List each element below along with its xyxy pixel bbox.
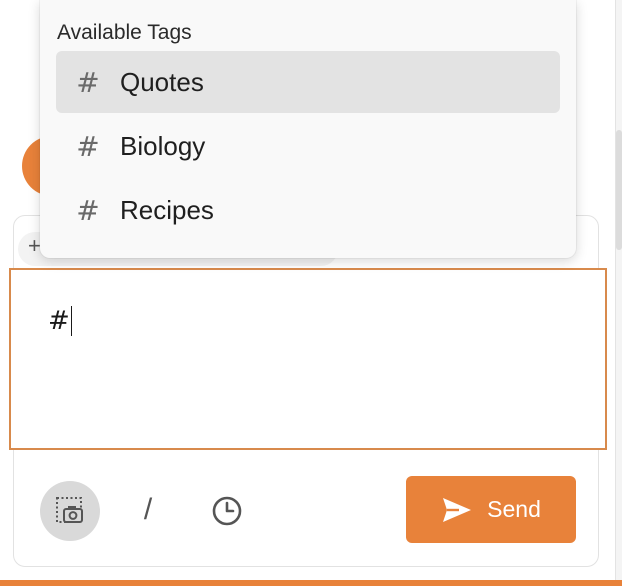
scrollbar-thumb[interactable] xyxy=(616,130,622,250)
tag-option-quotes[interactable]: # Quotes xyxy=(56,51,560,113)
hash-icon: # xyxy=(76,65,100,99)
add-chip-icon[interactable]: + xyxy=(28,234,41,258)
slash-command-button[interactable]: / xyxy=(132,490,164,530)
send-arrow-icon xyxy=(441,496,473,524)
bottom-accent-bar xyxy=(0,580,622,586)
photo-capture-button[interactable] xyxy=(40,481,100,541)
tag-option-biology[interactable]: # Biology xyxy=(56,115,560,177)
tag-option-label: Recipes xyxy=(120,194,214,225)
send-button[interactable]: Send xyxy=(406,476,576,543)
message-input-text: # xyxy=(48,306,73,336)
send-button-label: Send xyxy=(487,496,541,522)
tag-option-recipes[interactable]: # Recipes xyxy=(56,179,560,241)
schedule-button[interactable] xyxy=(209,493,245,529)
hash-icon: # xyxy=(76,193,100,227)
tag-option-label: Quotes xyxy=(120,66,204,97)
camera-selection-icon xyxy=(56,497,83,523)
tag-option-label: Biology xyxy=(120,130,206,161)
hash-icon: # xyxy=(76,129,100,163)
scrollbar[interactable] xyxy=(615,0,622,586)
text-caret xyxy=(70,306,73,336)
clock-icon xyxy=(212,496,242,526)
popup-title: Available Tags xyxy=(57,21,192,44)
available-tags-popup: Available Tags # Quotes # Biology # Reci… xyxy=(40,0,576,258)
message-input[interactable]: # xyxy=(9,268,607,450)
